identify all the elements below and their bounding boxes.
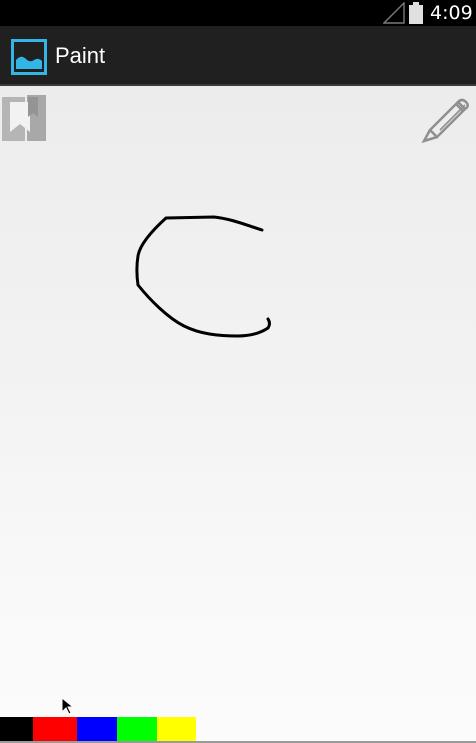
paint-app-screen: 4:09 Paint bbox=[0, 0, 476, 743]
status-time: 4:09 bbox=[430, 2, 473, 24]
drawing-canvas-area[interactable] bbox=[0, 86, 476, 717]
drawn-stroke bbox=[135, 215, 271, 338]
mouse-pointer-icon bbox=[61, 697, 73, 715]
pencil-icon[interactable] bbox=[418, 90, 474, 146]
color-swatch-red[interactable] bbox=[33, 717, 77, 741]
color-palette bbox=[0, 717, 476, 741]
drawing-canvas[interactable] bbox=[0, 86, 476, 717]
action-bar: Paint bbox=[0, 26, 476, 86]
image-icon[interactable] bbox=[11, 39, 47, 75]
status-bar: 4:09 bbox=[0, 0, 476, 26]
color-swatch-yellow[interactable] bbox=[157, 717, 196, 741]
signal-icon bbox=[383, 2, 405, 24]
battery-icon bbox=[409, 2, 423, 24]
color-swatch-black[interactable] bbox=[0, 717, 33, 741]
app-title: Paint bbox=[55, 43, 106, 68]
color-swatch-blue[interactable] bbox=[77, 717, 117, 741]
color-swatch-green[interactable] bbox=[117, 717, 157, 741]
bookmark-icon[interactable] bbox=[0, 92, 48, 144]
